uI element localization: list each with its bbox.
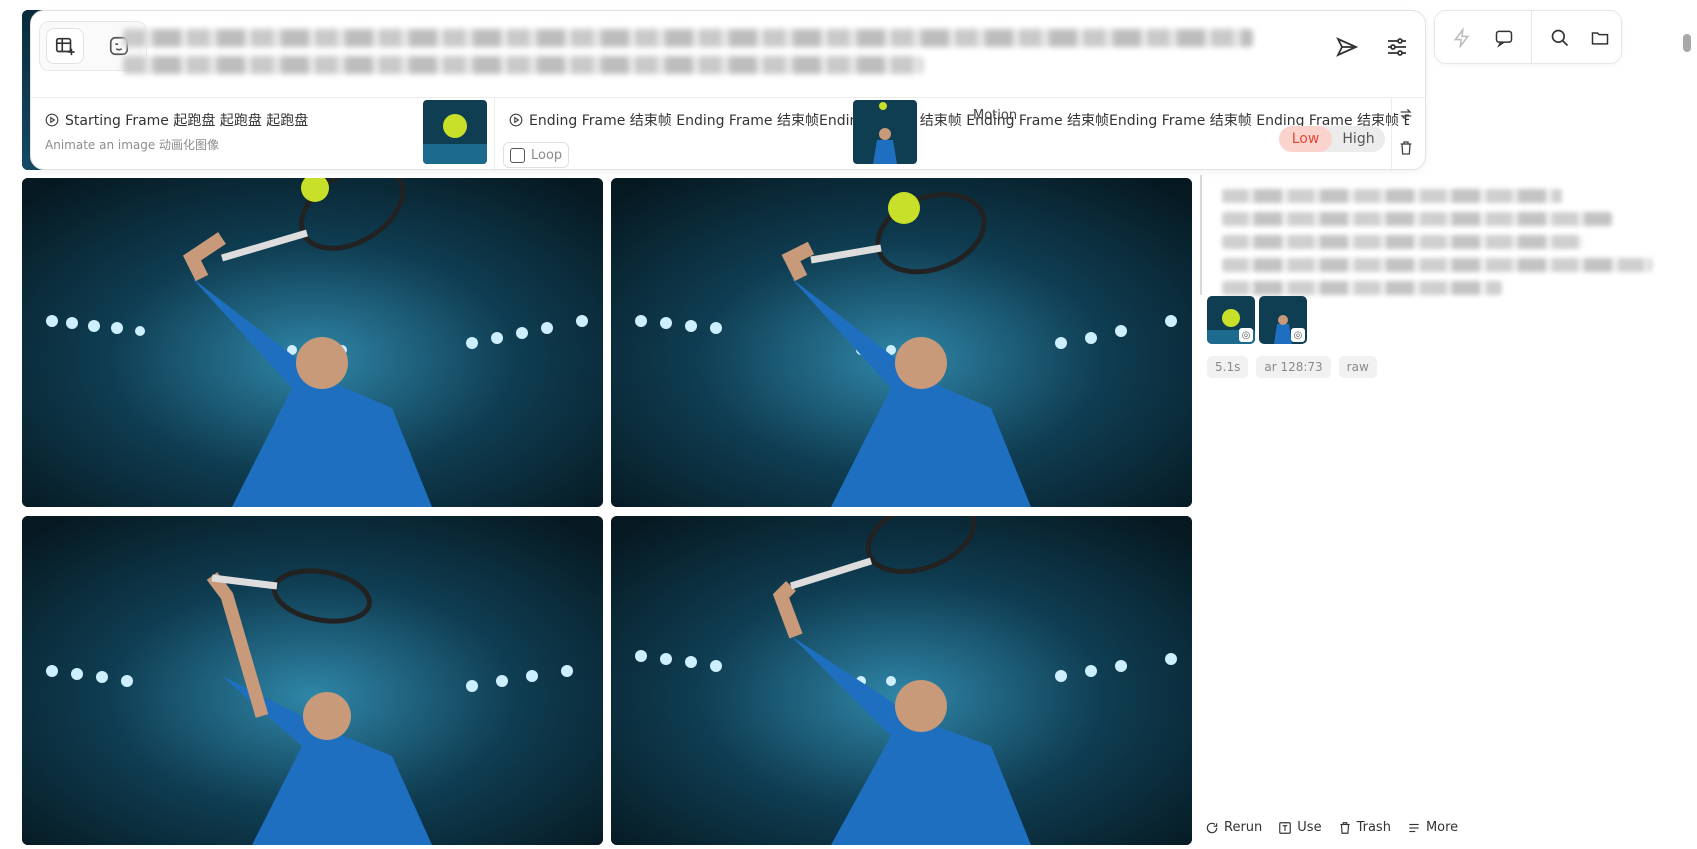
app-page: Starting Frame 起跑盘 起跑盘 起跑盘 Animate an im… (0, 0, 1697, 849)
more-icon (1409, 823, 1419, 832)
more-label: More (1425, 820, 1459, 835)
play-circle-icon: ◎ (1239, 328, 1253, 342)
prompt-actions (1333, 33, 1411, 61)
prompt-details-panel (1200, 175, 1660, 295)
rerun-button[interactable]: Rerun (1205, 820, 1262, 835)
job-actions: Rerun Use Trash More (1205, 820, 1458, 835)
settings-button[interactable] (1383, 33, 1411, 61)
starting-frame-cell[interactable]: Starting Frame 起跑盘 起跑盘 起跑盘 Animate an im… (31, 98, 495, 172)
ending-frame-thumbnail[interactable] (853, 100, 917, 164)
starting-frame-thumbnail[interactable] (423, 100, 487, 164)
send-icon (1336, 37, 1359, 57)
chat-icon (1495, 30, 1513, 48)
send-button[interactable] (1333, 33, 1361, 61)
details-text-blurred (1222, 212, 1612, 226)
motion-label: Motion (973, 108, 1018, 123)
scrollbar-thumb[interactable] (1683, 34, 1691, 52)
checkbox-icon[interactable] (510, 147, 525, 163)
top-toolbar (1434, 10, 1622, 64)
motion-high-option[interactable]: High (1332, 126, 1385, 152)
trash-button[interactable]: Trash (1338, 820, 1391, 835)
lightning-icon (1453, 28, 1470, 48)
details-text-blurred (1222, 281, 1502, 295)
result-image-4[interactable] (611, 516, 1192, 845)
trash-icon (1400, 141, 1412, 155)
tag-duration: 5.1s (1207, 356, 1249, 378)
prompt-panel: Starting Frame 起跑盘 起跑盘 起跑盘 Animate an im… (30, 10, 1426, 172)
rerun-icon (1206, 822, 1218, 833)
more-button[interactable]: More (1407, 820, 1458, 835)
result-image-2[interactable] (611, 178, 1192, 507)
lightning-button[interactable] (1447, 23, 1477, 53)
ending-frame-label: Ending Frame 结束帧 Ending Frame 结束帧Ending … (529, 113, 1409, 129)
folder-button[interactable] (1585, 23, 1615, 53)
use-button[interactable]: Use (1278, 820, 1322, 835)
delete-frame-button[interactable] (1398, 140, 1414, 160)
starting-frame-title: Starting Frame 起跑盘 起跑盘 起跑盘 (45, 110, 308, 130)
parameter-tags: 5.1s ar 128:73 raw (1207, 356, 1377, 378)
prompt-row (31, 11, 1425, 87)
result-image-3[interactable] (22, 516, 603, 845)
swap-button[interactable] (1398, 106, 1414, 126)
prompt-text-blurred-line-2[interactable] (123, 56, 923, 74)
rerun-label: Rerun (1224, 820, 1263, 835)
trash-icon (1339, 821, 1350, 834)
toolbar-divider (1531, 11, 1532, 63)
loop-checkbox[interactable]: Loop (503, 142, 569, 168)
details-text-blurred (1222, 189, 1562, 203)
sliders-icon (1388, 38, 1406, 56)
detail-start-thumbnail[interactable]: ◎ (1207, 296, 1255, 344)
search-icon (1551, 29, 1569, 47)
details-text-blurred (1222, 235, 1582, 249)
prompt-text-blurred[interactable] (123, 29, 1253, 47)
image-add-icon (55, 37, 75, 56)
ending-frame-title: Ending Frame 结束帧 Ending Frame 结束帧Ending … (509, 110, 1409, 130)
loop-label: Loop (531, 147, 563, 163)
image-add-button[interactable] (46, 28, 84, 64)
starting-frame-label: Starting Frame 起跑盘 起跑盘 起跑盘 (65, 113, 309, 129)
use-label: Use (1297, 820, 1322, 835)
folder-icon (1591, 32, 1609, 45)
swap-icon (1400, 108, 1412, 120)
frames-row: Starting Frame 起跑盘 起跑盘 起跑盘 Animate an im… (31, 97, 1425, 172)
frame-side-actions (1391, 98, 1419, 172)
search-button[interactable] (1545, 23, 1575, 53)
details-text-blurred (1222, 258, 1652, 272)
tag-raw: raw (1338, 356, 1377, 378)
chat-button[interactable] (1489, 23, 1519, 53)
play-circle-icon (45, 113, 59, 127)
tag-aspect-ratio: ar 128:73 (1256, 356, 1331, 378)
result-image-1[interactable] (22, 178, 603, 507)
play-circle-icon (509, 113, 523, 127)
starting-frame-subtitle: Animate an image 动画化图像 (45, 138, 220, 152)
ending-frame-cell[interactable]: Ending Frame 结束帧 Ending Frame 结束帧Ending … (495, 98, 1409, 172)
motion-low-option[interactable]: Low (1279, 126, 1332, 152)
trash-label: Trash (1356, 820, 1391, 835)
detail-end-thumbnail[interactable]: ◎ (1259, 296, 1307, 344)
play-circle-icon: ◎ (1291, 328, 1305, 342)
use-icon (1279, 821, 1292, 834)
motion-toggle: Low High (1279, 126, 1385, 152)
